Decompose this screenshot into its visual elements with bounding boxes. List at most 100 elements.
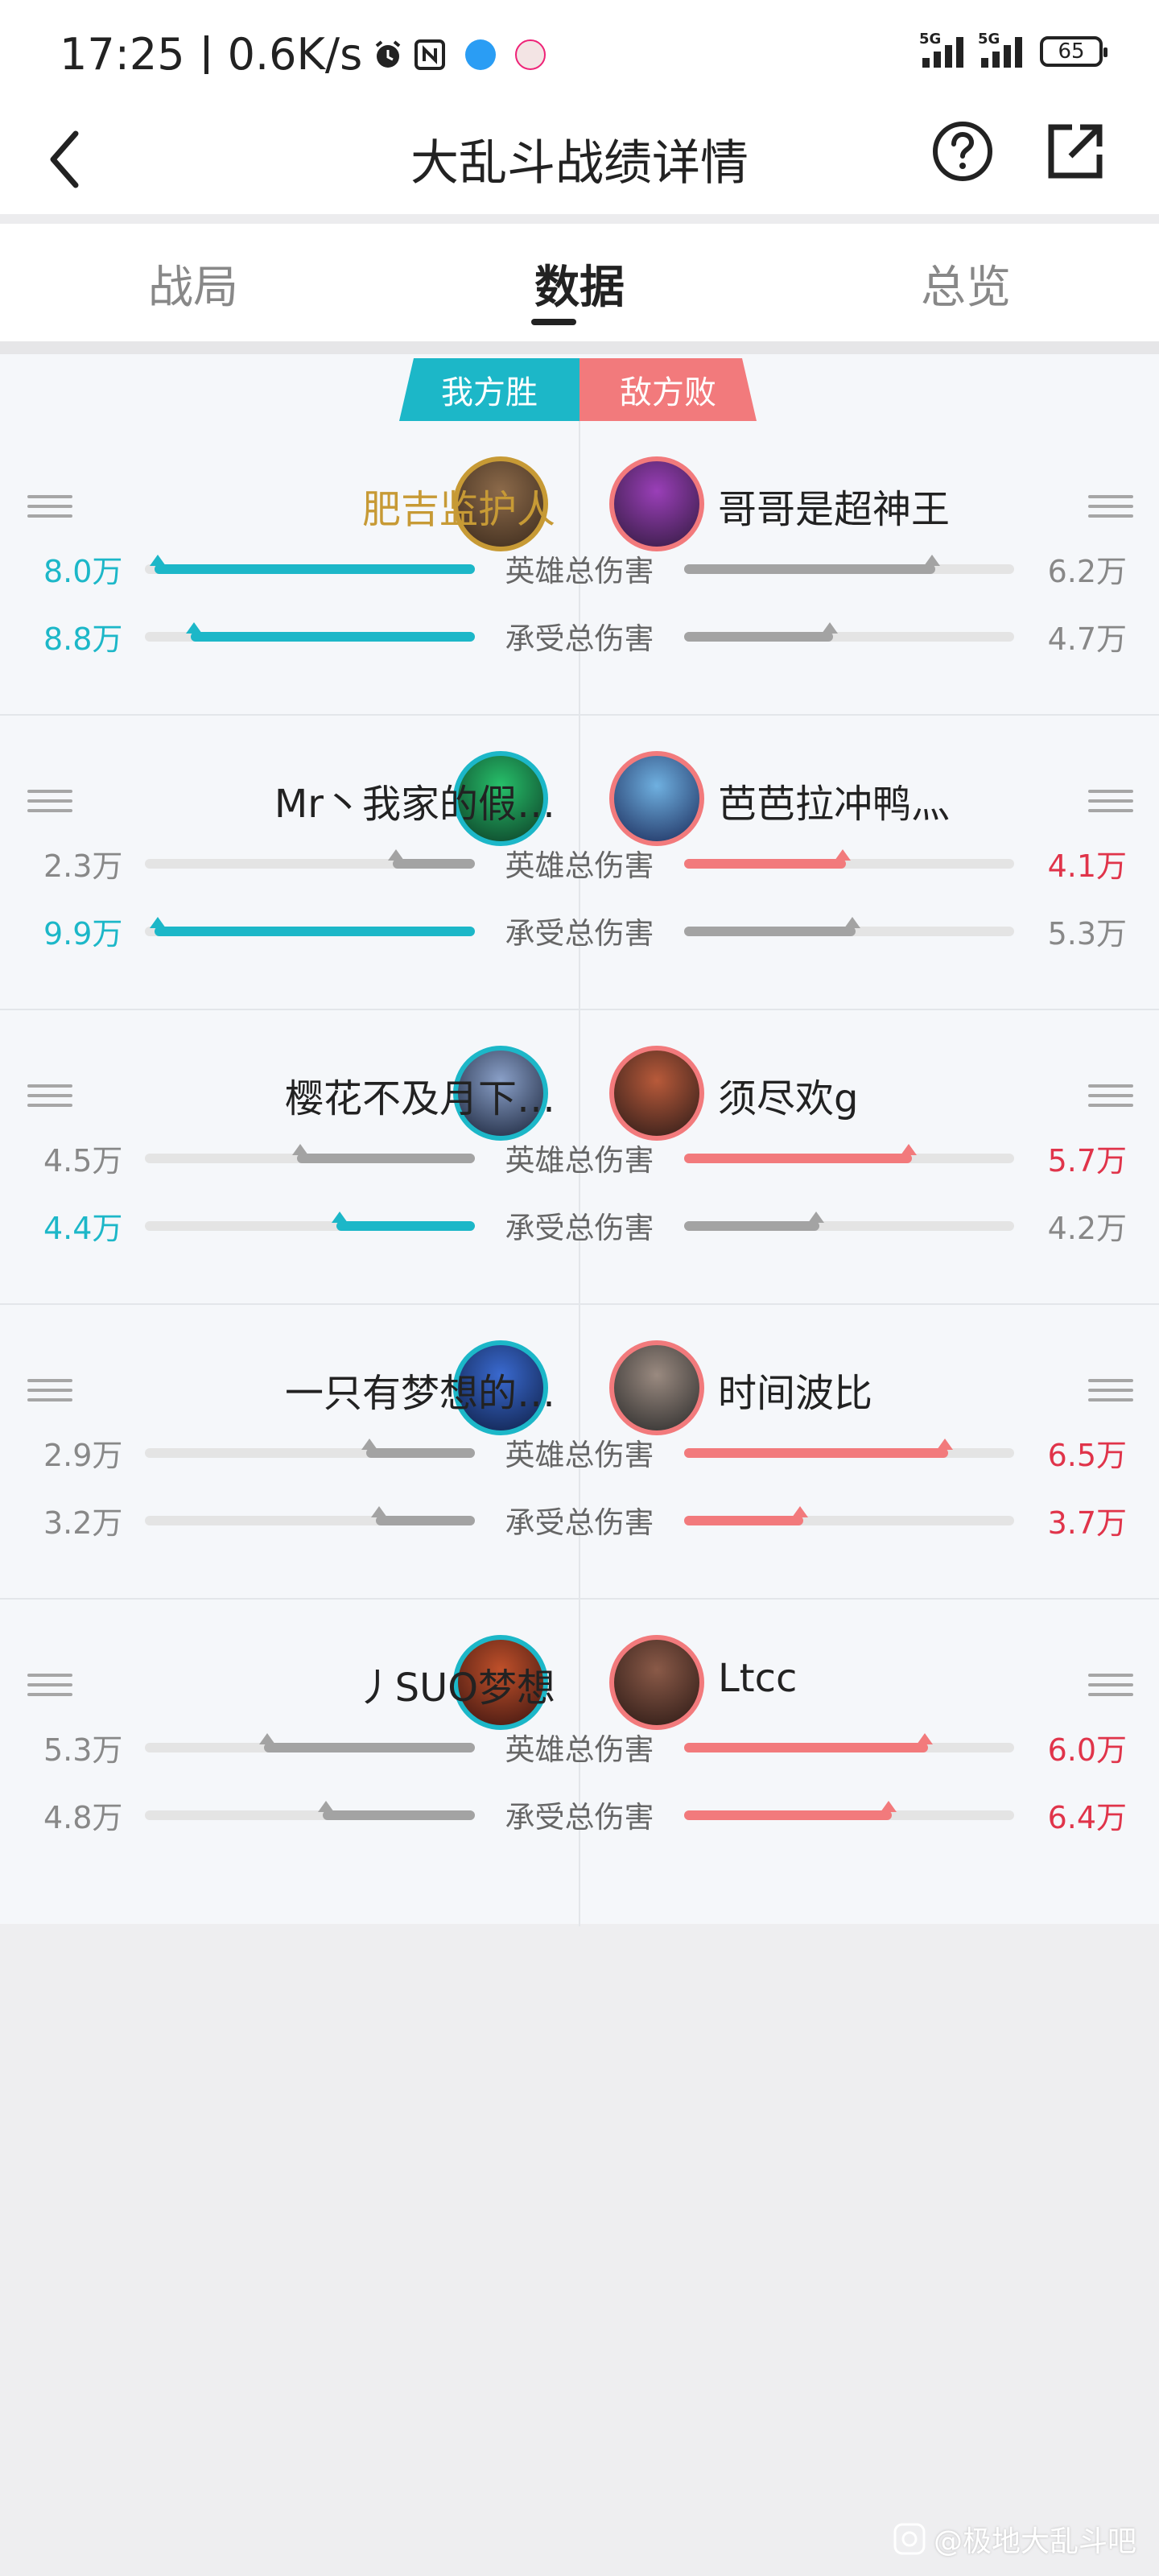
tab-data[interactable]: 数据 [459, 251, 700, 316]
status-right: 5G 5G 65 [919, 31, 1107, 68]
stat-value: 6.5万 [1047, 1438, 1127, 1473]
stat-bar-fill [186, 622, 475, 642]
player-row: 丿SUO梦想 Ltcc 5.3万 英雄总伤害 6.0万 4.8万 承受总伤害 6.4万 [0, 1600, 1159, 1899]
stat-label: 承受总伤害 [505, 1211, 654, 1245]
stat-value: 4.1万 [1047, 848, 1127, 884]
watermark: @极地大乱斗吧 [893, 2518, 1136, 2560]
stat-bar-fill [684, 1733, 934, 1752]
player-avatar [609, 1635, 704, 1730]
drag-handle-icon[interactable] [27, 790, 72, 815]
stat-bar [145, 1733, 475, 1752]
stat-bar [684, 917, 1014, 936]
divider [0, 214, 1159, 224]
stat-bar [145, 917, 475, 936]
battery-icon: 65 [1040, 36, 1107, 67]
status-speed: 0.6K/s [227, 29, 363, 80]
player-avatar [609, 751, 704, 846]
drag-handle-icon[interactable] [1088, 495, 1133, 521]
stat-bar-fill [318, 1801, 475, 1820]
tab-bar: 战局 数据 总览 [0, 224, 1159, 341]
signal-icon-2: 5G [978, 31, 1022, 68]
drag-handle-icon[interactable] [27, 1379, 72, 1405]
stat-bar [684, 849, 1014, 869]
player-row: 肥吉监护人 哥哥是超神王 8.0万 英雄总伤害 6.2万 8.8万 承受总伤害 4.7万 [0, 421, 1159, 720]
stat-label: 承受总伤害 [505, 1800, 654, 1835]
stat-bar-fill [371, 1506, 475, 1525]
share-icon[interactable] [1043, 119, 1107, 184]
stat-value: 2.3万 [43, 848, 123, 884]
stat-value: 6.2万 [1047, 554, 1127, 589]
stat-bar [684, 1801, 1014, 1820]
stat-bar-fill [258, 1733, 475, 1752]
stat-value: 3.7万 [1047, 1505, 1127, 1541]
stat-bar-fill [684, 1506, 808, 1525]
stat-bar-fill [684, 555, 940, 574]
app-notification-icon [465, 39, 497, 70]
stat-value: 3.2万 [43, 1505, 123, 1541]
app-header: 大乱斗战绩详情 [0, 105, 1159, 214]
player-name: 芭芭拉冲鸭灬 [718, 782, 951, 827]
alarm-icon [375, 39, 401, 68]
stat-value: 8.8万 [43, 621, 123, 657]
stat-value: 4.5万 [43, 1143, 123, 1179]
stat-label: 承受总伤害 [505, 621, 654, 656]
stat-bar [684, 1212, 1014, 1231]
stat-label: 英雄总伤害 [505, 1143, 654, 1178]
stat-bar [145, 555, 475, 574]
player-name: 须尽欢g [718, 1076, 859, 1121]
player-name: 肥吉监护人 [361, 487, 555, 532]
player-name: 丿SUO梦想 [356, 1666, 555, 1711]
player-name: Mr丶我家的假… [274, 782, 555, 827]
stat-label: 承受总伤害 [505, 916, 654, 951]
divider [0, 341, 1159, 354]
stat-bar-fill [150, 917, 475, 936]
drag-handle-icon[interactable] [27, 495, 72, 521]
stat-value: 6.4万 [1047, 1800, 1127, 1835]
drag-handle-icon[interactable] [27, 1084, 72, 1110]
player-avatar [609, 1046, 704, 1141]
stat-label: 英雄总伤害 [505, 554, 654, 588]
stat-bar-fill [387, 849, 475, 869]
drag-handle-icon[interactable] [27, 1674, 72, 1699]
stat-bar-fill [684, 917, 861, 936]
stat-bar [684, 1144, 1014, 1163]
stat-bar-fill [684, 1212, 825, 1231]
stat-value: 4.4万 [43, 1211, 123, 1246]
player-name: 时间波比 [718, 1371, 873, 1416]
stat-bar [145, 849, 475, 869]
player-row: 樱花不及月下… 须尽欢g 4.5万 英雄总伤害 5.7万 4.4万 承受总伤害 4.2万 [0, 1010, 1159, 1310]
stat-bar-fill [684, 1801, 897, 1820]
stat-bar-fill [684, 1439, 953, 1458]
stat-value: 6.0万 [1047, 1732, 1127, 1768]
stat-label: 英雄总伤害 [505, 848, 654, 883]
stat-value: 4.8万 [43, 1800, 123, 1835]
status-bar: 17:25 0.6K/s 5G 5G 65 [0, 0, 1159, 105]
stat-value: 9.9万 [43, 916, 123, 952]
stat-value: 4.2万 [1047, 1211, 1127, 1246]
status-time: 17:25 [60, 29, 185, 80]
stat-bar [145, 1801, 475, 1820]
help-icon[interactable] [930, 119, 995, 184]
stat-bar [684, 1733, 1014, 1752]
stat-bar [684, 1506, 1014, 1525]
stat-label: 英雄总伤害 [505, 1732, 654, 1767]
drag-handle-icon[interactable] [1088, 1674, 1133, 1699]
player-avatar [609, 456, 704, 551]
enemy-team-badge: 敌方败 [580, 358, 757, 421]
drag-handle-icon[interactable] [1088, 790, 1133, 815]
tab-overview[interactable]: 总览 [845, 251, 1087, 316]
status-left: 17:25 0.6K/s [60, 29, 547, 80]
tab-battle[interactable]: 战局 [72, 251, 314, 316]
status-separator [204, 35, 208, 74]
stat-bar [145, 1212, 475, 1231]
stat-value: 4.7万 [1047, 621, 1127, 657]
stat-value: 5.3万 [1047, 916, 1127, 952]
drag-handle-icon[interactable] [1088, 1379, 1133, 1405]
player-name: 哥哥是超神王 [718, 487, 951, 532]
drag-handle-icon[interactable] [1088, 1084, 1133, 1110]
stat-value: 2.9万 [43, 1438, 123, 1473]
player-name: 一只有梦想的… [284, 1371, 555, 1416]
stat-bar [145, 1506, 475, 1525]
our-team-badge: 我方胜 [399, 358, 580, 421]
player-avatar [609, 1340, 704, 1435]
